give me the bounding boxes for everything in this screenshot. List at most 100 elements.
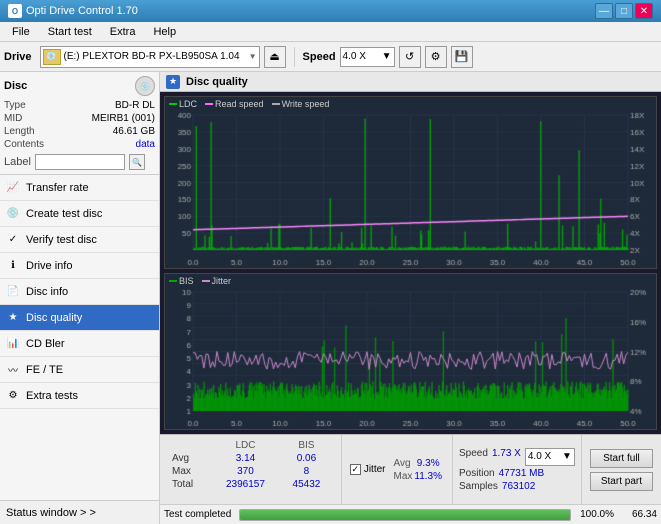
drive-icon: 💿 bbox=[43, 49, 61, 65]
drive-label: Drive bbox=[4, 51, 32, 63]
sidebar-item-label-verify-test-disc: Verify test disc bbox=[26, 234, 97, 246]
disc-type-row: Type BD-R DL bbox=[4, 99, 155, 112]
main-layout: Disc 💿 Type BD-R DL MID MEIRB1 (001) Len… bbox=[0, 72, 661, 524]
title-bar-buttons: — □ ✕ bbox=[595, 3, 653, 19]
disc-type-label: Type bbox=[4, 100, 26, 111]
write-speed-legend-item: Write speed bbox=[272, 99, 330, 109]
create-test-disc-icon: 💿 bbox=[6, 207, 20, 221]
sidebar-item-drive-info[interactable]: ℹ Drive info bbox=[0, 253, 159, 279]
stats-table: LDC BIS Avg 3.14 0.06 Max 370 8 Total bbox=[160, 435, 341, 504]
read-speed-legend-item: Read speed bbox=[205, 99, 264, 109]
chart-title: Disc quality bbox=[186, 76, 248, 88]
menu-help[interactable]: Help bbox=[145, 24, 184, 40]
content-area: ★ Disc quality LDC Read speed bbox=[160, 72, 661, 524]
close-button[interactable]: ✕ bbox=[635, 3, 653, 19]
write-speed-legend-color bbox=[272, 103, 280, 105]
speed-setting-value: 4.0 X bbox=[528, 451, 551, 462]
disc-mid-label: MID bbox=[4, 113, 22, 124]
save-button[interactable]: 💾 bbox=[451, 46, 473, 68]
bottom-chart-legend: BIS Jitter bbox=[169, 276, 231, 286]
sidebar-item-label-cd-bler: CD Bler bbox=[26, 338, 65, 350]
menu-start-test[interactable]: Start test bbox=[40, 24, 100, 40]
verify-test-disc-icon: ✓ bbox=[6, 233, 20, 247]
fe-te-icon: 〰 bbox=[6, 363, 20, 377]
speed-setting-selector[interactable]: 4.0 X ▼ bbox=[525, 448, 575, 466]
transfer-rate-icon: 📈 bbox=[6, 181, 20, 195]
refresh-button[interactable]: ↺ bbox=[399, 46, 421, 68]
sidebar-item-extra-tests[interactable]: ⚙ Extra tests bbox=[0, 383, 159, 409]
disc-info-icon: 📄 bbox=[6, 285, 20, 299]
stats-total-ldc: 2396157 bbox=[211, 478, 280, 491]
menu-extra[interactable]: Extra bbox=[102, 24, 144, 40]
stats-max-bis: 8 bbox=[280, 465, 333, 478]
menu-file[interactable]: File bbox=[4, 24, 38, 40]
buttons-section: Start full Start part bbox=[581, 435, 661, 504]
disc-label-label: Label bbox=[4, 156, 31, 168]
sidebar-item-fe-te[interactable]: 〰 FE / TE bbox=[0, 357, 159, 383]
stats-jitter-avg-label: Avg bbox=[393, 458, 412, 469]
sidebar-item-transfer-rate[interactable]: 📈 Transfer rate bbox=[0, 175, 159, 201]
title-bar-left: O Opti Drive Control 1.70 bbox=[8, 4, 138, 18]
stats-total-bis: 45432 bbox=[280, 478, 333, 491]
stats-max-ldc: 370 bbox=[211, 465, 280, 478]
position-row: Position 47731 MB bbox=[459, 468, 544, 479]
top-chart-canvas bbox=[165, 97, 656, 268]
start-full-button[interactable]: Start full bbox=[590, 449, 653, 468]
drive-selector[interactable]: 💿 (E:) PLEXTOR BD-R PX-LB950SA 1.04 ▼ bbox=[40, 46, 260, 68]
speed-val: 1.73 X bbox=[492, 448, 521, 466]
disc-label-button[interactable]: 🔍 bbox=[129, 154, 145, 170]
minimize-button[interactable]: — bbox=[595, 3, 613, 19]
drive-value: (E:) PLEXTOR BD-R PX-LB950SA 1.04 bbox=[64, 51, 249, 62]
ldc-legend-item: LDC bbox=[169, 99, 197, 109]
speed-selector[interactable]: 4.0 X ▼ bbox=[340, 47, 395, 67]
sidebar-item-disc-info[interactable]: 📄 Disc info bbox=[0, 279, 159, 305]
sidebar-item-label-transfer-rate: Transfer rate bbox=[26, 182, 89, 194]
speed-info: Speed 1.73 X 4.0 X ▼ Position 47731 MB S… bbox=[452, 435, 581, 504]
sidebar-item-label-disc-info: Disc info bbox=[26, 286, 68, 298]
jitter-checkbox[interactable]: ✓ bbox=[350, 464, 361, 475]
menu-bar: File Start test Extra Help bbox=[0, 22, 661, 42]
status-window-label: Status window > > bbox=[6, 507, 96, 519]
app-icon: O bbox=[8, 4, 22, 18]
disc-quality-icon: ★ bbox=[6, 311, 20, 325]
stats-jitter-avg-value: 9.3% bbox=[414, 458, 442, 469]
app-title: Opti Drive Control 1.70 bbox=[26, 5, 138, 17]
maximize-button[interactable]: □ bbox=[615, 3, 633, 19]
sidebar-item-verify-test-disc[interactable]: ✓ Verify test disc bbox=[0, 227, 159, 253]
sidebar-item-create-test-disc[interactable]: 💿 Create test disc bbox=[0, 201, 159, 227]
cd-bler-icon: 📊 bbox=[6, 337, 20, 351]
sidebar-item-cd-bler[interactable]: 📊 CD Bler bbox=[0, 331, 159, 357]
stats-jitter-max-label: Max bbox=[393, 471, 412, 482]
sidebar-item-label-disc-quality: Disc quality bbox=[26, 312, 82, 324]
speed-label: Speed bbox=[303, 51, 336, 63]
chart-header-icon: ★ bbox=[166, 75, 180, 89]
eject-button[interactable]: ⏏ bbox=[264, 46, 286, 68]
stats-col-bis: BIS bbox=[280, 439, 333, 452]
stats-jitter-max-value: 11.3% bbox=[414, 471, 442, 482]
sidebar-item-label-create-test-disc: Create test disc bbox=[26, 208, 102, 220]
disc-mid-value: MEIRB1 (001) bbox=[92, 113, 155, 124]
status-window-button[interactable]: Status window > > bbox=[0, 500, 159, 524]
speed-dropdown-arrow: ▼ bbox=[382, 51, 392, 62]
nav-items: 📈 Transfer rate 💿 Create test disc ✓ Ver… bbox=[0, 175, 159, 500]
stats-avg-label: Avg bbox=[168, 452, 211, 465]
jitter-legend-color bbox=[202, 280, 210, 282]
disc-length-label: Length bbox=[4, 126, 35, 137]
checkmark-icon: ✓ bbox=[352, 464, 360, 475]
read-speed-legend-label: Read speed bbox=[215, 99, 264, 109]
disc-label-input[interactable] bbox=[35, 154, 125, 170]
stats-row: LDC BIS Avg 3.14 0.06 Max 370 8 Total bbox=[160, 434, 661, 504]
stats-col-ldc: LDC bbox=[211, 439, 280, 452]
speed-setting-arrow: ▼ bbox=[562, 451, 572, 462]
charts-container: LDC Read speed Write speed bbox=[160, 92, 661, 434]
disc-contents-row: Contents data bbox=[4, 138, 155, 151]
samples-val: 763102 bbox=[502, 481, 535, 492]
ldc-legend-label: LDC bbox=[179, 99, 197, 109]
status-text: Test completed bbox=[164, 509, 231, 520]
sidebar-item-label-extra-tests: Extra tests bbox=[26, 390, 78, 402]
start-part-button[interactable]: Start part bbox=[590, 472, 653, 491]
options-button[interactable]: ⚙ bbox=[425, 46, 447, 68]
samples-key: Samples bbox=[459, 481, 498, 492]
chart-header: ★ Disc quality bbox=[160, 72, 661, 92]
sidebar-item-disc-quality[interactable]: ★ Disc quality bbox=[0, 305, 159, 331]
